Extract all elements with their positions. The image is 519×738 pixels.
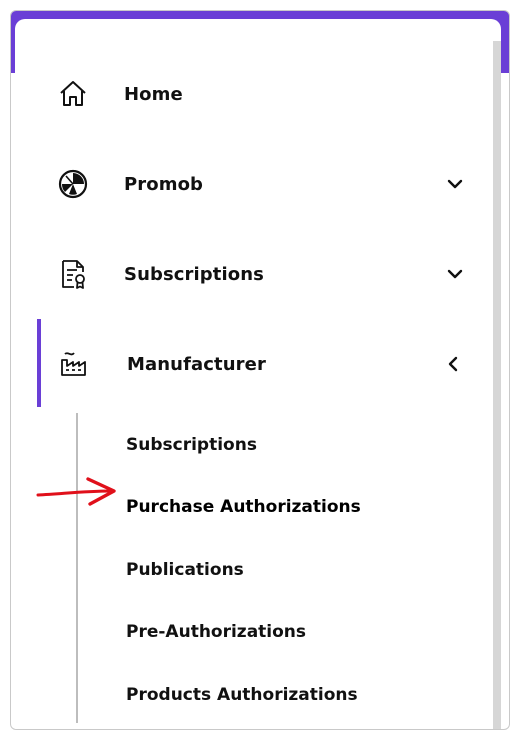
submenu-item-pre-authorizations[interactable]: Pre-Authorizations xyxy=(126,622,306,642)
factory-icon xyxy=(57,348,89,380)
scrollbar[interactable] xyxy=(493,41,501,729)
sidebar-menu: Home Promob Subscriptions Manufacturer S… xyxy=(15,19,501,729)
submenu-item-purchase-authorizations[interactable]: Purchase Authorizations xyxy=(126,497,361,517)
sidebar-item-label: Home xyxy=(124,83,183,105)
sidebar-item-subscriptions[interactable]: Subscriptions xyxy=(15,229,485,319)
sidebar-item-manufacturer[interactable]: Manufacturer xyxy=(15,319,485,409)
active-indicator xyxy=(37,319,41,407)
promob-icon xyxy=(57,168,89,200)
document-badge-icon xyxy=(57,258,89,290)
submenu-divider xyxy=(76,413,78,723)
chevron-down-icon[interactable] xyxy=(445,264,465,284)
sidebar-item-home[interactable]: Home xyxy=(15,49,485,139)
submenu-item-products-authorizations[interactable]: Products Authorizations xyxy=(126,685,358,705)
home-icon xyxy=(57,78,89,110)
sidebar-item-label: Manufacturer xyxy=(127,353,266,375)
sidebar-item-label: Subscriptions xyxy=(124,263,264,285)
sidebar-item-promob[interactable]: Promob xyxy=(15,139,485,229)
submenu-item-subscriptions[interactable]: Subscriptions xyxy=(126,435,257,455)
submenu-item-publications[interactable]: Publications xyxy=(126,560,244,580)
manufacturer-submenu: Subscriptions Purchase Authorizations Pu… xyxy=(15,405,485,725)
annotation-arrow-icon xyxy=(36,477,116,506)
sidebar-item-label: Promob xyxy=(124,173,204,195)
chevron-down-icon[interactable] xyxy=(445,174,465,194)
chevron-left-icon[interactable] xyxy=(443,354,463,374)
sidebar-window: Home Promob Subscriptions Manufacturer S… xyxy=(10,10,510,730)
